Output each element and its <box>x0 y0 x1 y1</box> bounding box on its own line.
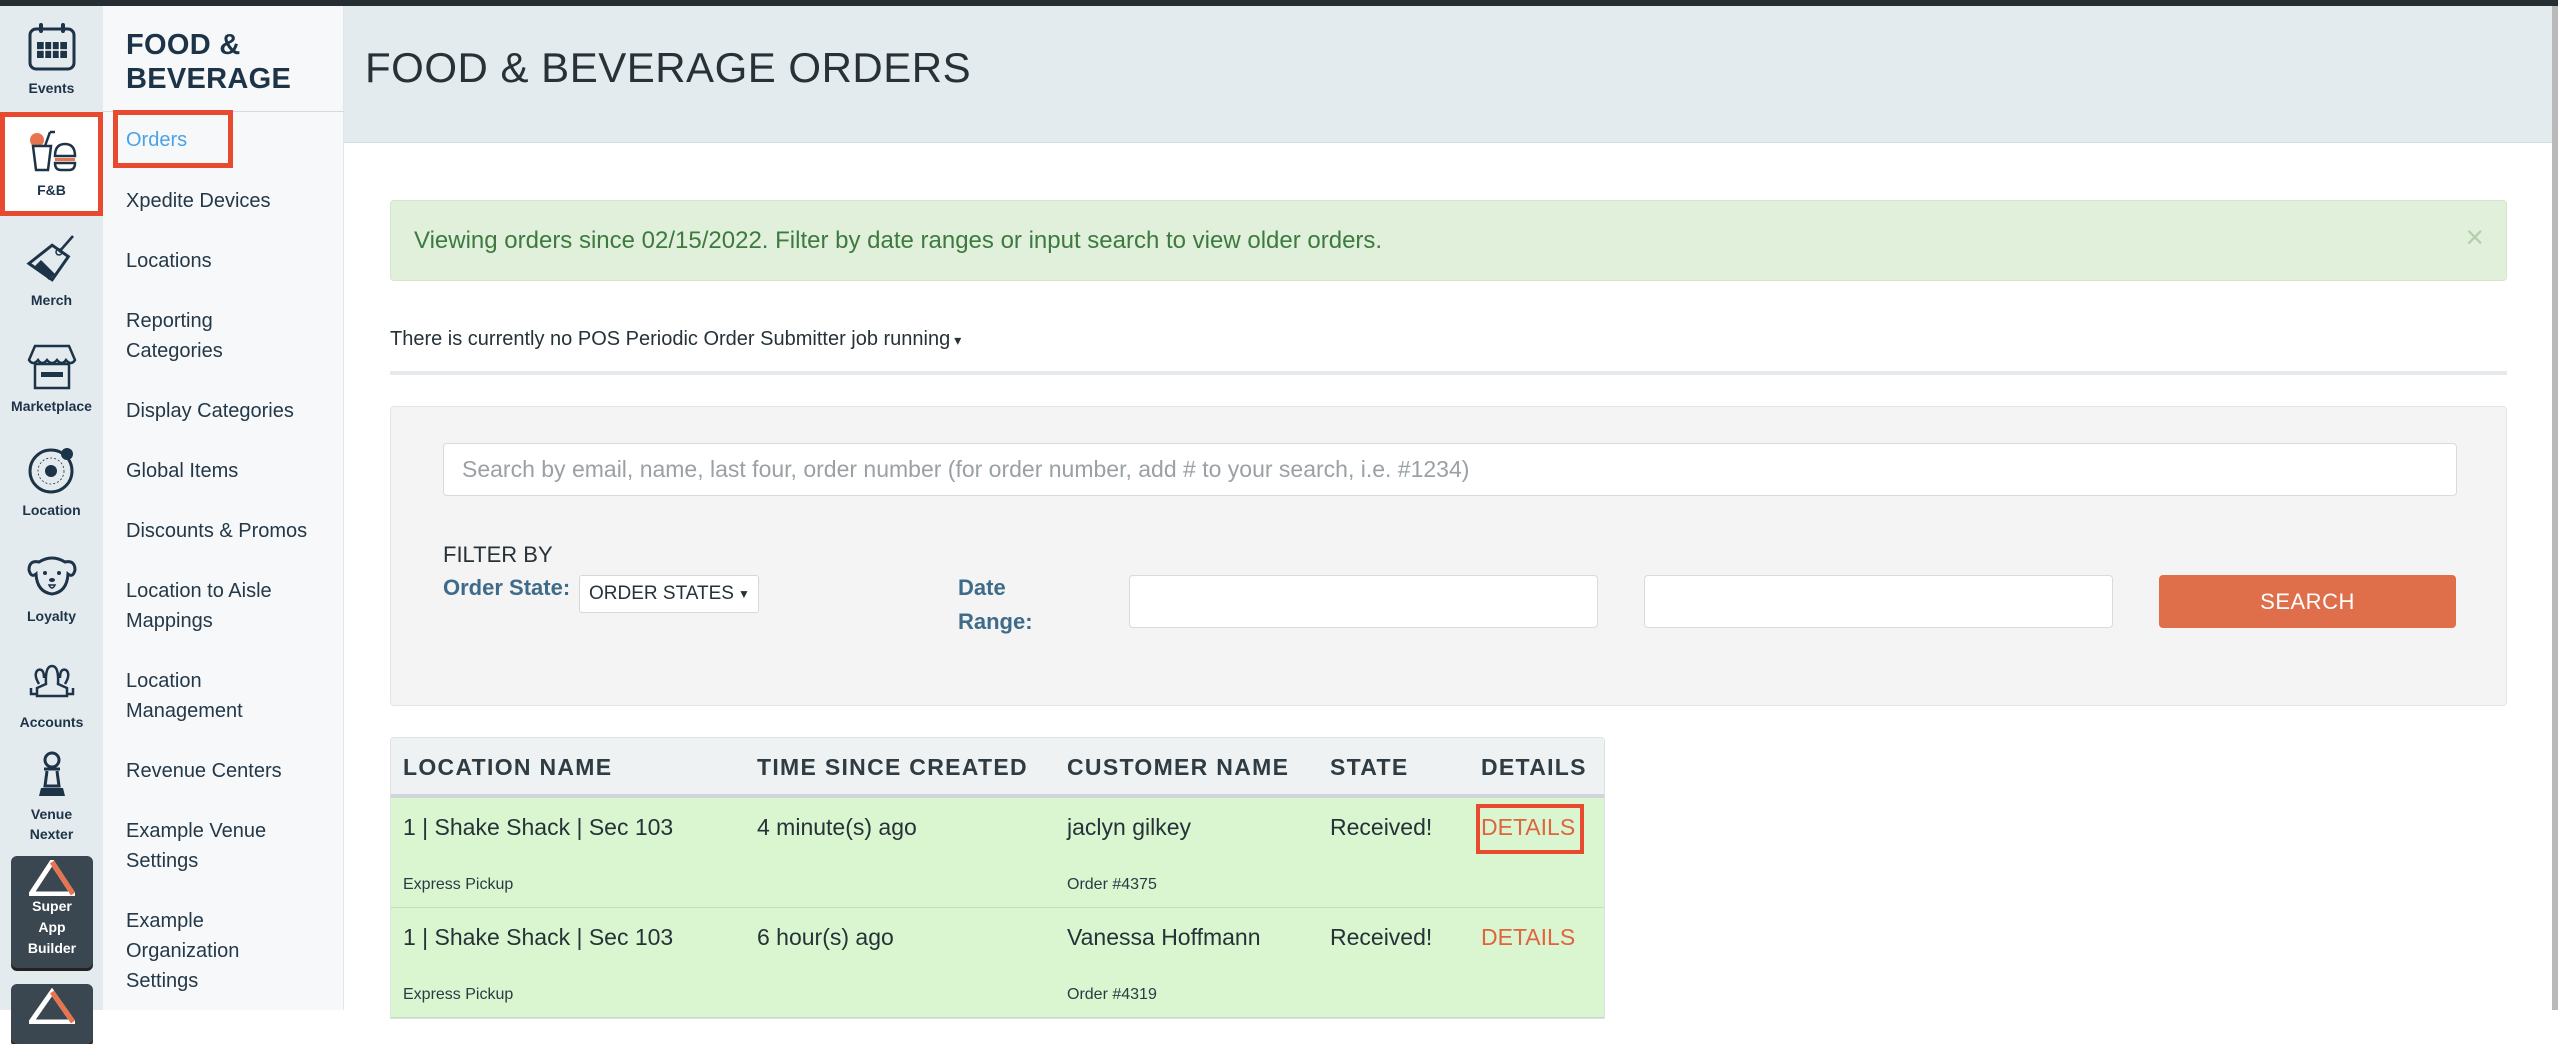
users-icon <box>29 664 74 698</box>
page-header: FOOD & BEVERAGE ORDERS <box>344 6 2558 143</box>
order-number: Order #4375 <box>1067 876 1157 893</box>
order-state-label: Order State: <box>443 575 571 600</box>
pawn-icon <box>38 751 65 796</box>
rail-label: F&B <box>37 182 66 198</box>
rail-label: Super App Builder <box>28 896 76 959</box>
date-from-input[interactable] <box>1129 575 1598 628</box>
date-range-label: Date Range: <box>958 575 1033 634</box>
page-title: FOOD & BEVERAGE ORDERS <box>365 44 972 91</box>
rail-item-marketplace[interactable]: Marketplace <box>0 338 103 418</box>
triangle-logo-icon <box>29 988 75 1024</box>
time-since-created: 4 minute(s) ago <box>757 814 917 840</box>
rail-label: Events <box>28 80 75 96</box>
sidebar-item-revenue-centers[interactable]: Revenue Centers <box>126 756 336 786</box>
rail-item-app-builder-2[interactable] <box>11 984 93 1044</box>
filter-by-label: FILTER BY <box>443 542 553 567</box>
orders-table: LOCATION NAME TIME SINCE CREATED CUSTOME… <box>390 737 1605 1019</box>
sidebar-item-discounts-promos[interactable]: Discounts & Promos <box>126 516 336 546</box>
sidebar-item-orders[interactable]: Orders <box>126 125 336 155</box>
rail-label: Venue Nexter <box>30 804 74 844</box>
rail-item-events[interactable]: Events <box>0 20 103 104</box>
date-to-input[interactable] <box>1644 575 2113 628</box>
sidebar-item-example-venue-settings[interactable]: Example Venue Settings <box>126 816 286 876</box>
sidebar-title-line: BEVERAGE <box>126 63 292 95</box>
page-scrollbar[interactable] <box>2552 6 2558 1010</box>
sidebar-title-line: FOOD & <box>126 29 241 61</box>
rail-label: Location <box>22 502 81 518</box>
order-state-dropdown[interactable]: ORDER STATES ▼ <box>579 575 759 613</box>
column-header-state: STATE <box>1330 754 1409 780</box>
rail-label: Accounts <box>19 714 84 730</box>
location-target-icon <box>28 448 73 494</box>
storefront-icon <box>27 344 76 390</box>
sidebar-item-global-items[interactable]: Global Items <box>126 456 336 486</box>
order-search-input[interactable] <box>443 443 2457 496</box>
column-header-time: TIME SINCE CREATED <box>757 754 1028 780</box>
sidebar-item-location-aisle-mappings[interactable]: Location to Aisle Mappings <box>126 576 296 636</box>
rail-label-line: Builder <box>27 940 77 956</box>
rail-label-line: Nexter <box>29 826 74 842</box>
tag-icon <box>25 235 74 282</box>
order-number: Order #4319 <box>1067 986 1157 1003</box>
rail-item-accounts[interactable]: Accounts <box>0 654 103 734</box>
location-name: 1 | Shake Shack | Sec 103 <box>403 924 674 950</box>
dog-icon <box>26 556 77 596</box>
rail-label-line: Venue <box>30 806 73 822</box>
column-header-location: LOCATION NAME <box>403 754 613 780</box>
rail-item-venue-nexter[interactable]: Venue Nexter <box>0 750 103 846</box>
calendar-icon <box>28 23 75 71</box>
sidebar-item-example-organization-settings[interactable]: Example Organization Settings <box>126 906 256 996</box>
rail-item-location[interactable]: Location <box>0 442 103 522</box>
sidebar-item-reporting-categories[interactable]: Reporting Categories <box>126 306 266 366</box>
order-state: Received! <box>1330 814 1433 840</box>
customer-name: Vanessa Hoffmann <box>1067 924 1261 950</box>
rail-item-loyalty[interactable]: Loyalty <box>0 548 103 628</box>
table-row: 1 | Shake Shack | Sec 103 Express Pickup… <box>391 908 1604 1018</box>
filter-panel: FILTER BY Order State: ORDER STATES▼ Dat… <box>390 406 2507 706</box>
rail-item-super-app-builder[interactable]: Super App Builder <box>11 856 93 968</box>
triangle-logo-icon <box>29 860 75 896</box>
column-header-customer: CUSTOMER NAME <box>1067 754 1290 780</box>
divider <box>390 371 2507 375</box>
order-state-value: ORDER STATES <box>589 583 734 604</box>
sidebar-item-location-management[interactable]: Location Management <box>126 666 266 726</box>
table-row: 1 | Shake Shack | Sec 103 Express Pickup… <box>391 798 1604 908</box>
rail-label: Marketplace <box>11 398 92 414</box>
time-since-created: 6 hour(s) ago <box>757 924 894 950</box>
sidebar-item-xpedite-devices[interactable]: Xpedite Devices <box>126 186 336 216</box>
sidebar-item-display-categories[interactable]: Display Categories <box>126 396 336 426</box>
location-name: 1 | Shake Shack | Sec 103 <box>403 814 674 840</box>
rail-label-line: App <box>38 919 66 935</box>
customer-name: jaclyn gilkey <box>1067 814 1191 840</box>
rail-label: Merch <box>30 292 73 308</box>
order-type: Express Pickup <box>403 876 514 893</box>
details-link[interactable]: DETAILS <box>1481 814 1575 841</box>
caret-down-icon: ▼ <box>737 587 750 601</box>
pos-job-status-text: There is currently no POS Periodic Order… <box>390 328 951 350</box>
table-header: LOCATION NAME TIME SINCE CREATED CUSTOME… <box>391 738 1604 798</box>
pos-job-status-toggle[interactable]: There is currently no POS Periodic Order… <box>390 328 961 351</box>
caret-down-icon: ▾ <box>954 332 962 348</box>
food-beverage-icon <box>29 130 76 172</box>
sidebar-title: FOOD & BEVERAGE <box>126 28 291 96</box>
sidebar-item-locations[interactable]: Locations <box>126 246 336 276</box>
rail-item-merch[interactable]: Merch <box>0 232 103 312</box>
rail-label-line: Super <box>32 898 72 914</box>
alert-text: Viewing orders since 02/15/2022. Filter … <box>414 227 1383 254</box>
order-state: Received! <box>1330 924 1433 950</box>
search-button[interactable]: SEARCH <box>2159 575 2456 628</box>
rail-label: Loyalty <box>26 608 76 624</box>
order-type: Express Pickup <box>403 986 514 1003</box>
info-alert: Viewing orders since 02/15/2022. Filter … <box>390 200 2507 281</box>
details-link[interactable]: DETAILS <box>1481 924 1575 951</box>
rail-item-fnb[interactable]: F&B <box>0 112 103 216</box>
close-icon[interactable]: × <box>2465 219 2484 255</box>
app-nav-rail: Events F&B Merch Marketplace Location Lo… <box>0 6 103 1044</box>
section-sidebar: FOOD & BEVERAGE Orders Xpedite Devices L… <box>103 6 344 1010</box>
column-header-details: DETAILS <box>1481 754 1587 780</box>
